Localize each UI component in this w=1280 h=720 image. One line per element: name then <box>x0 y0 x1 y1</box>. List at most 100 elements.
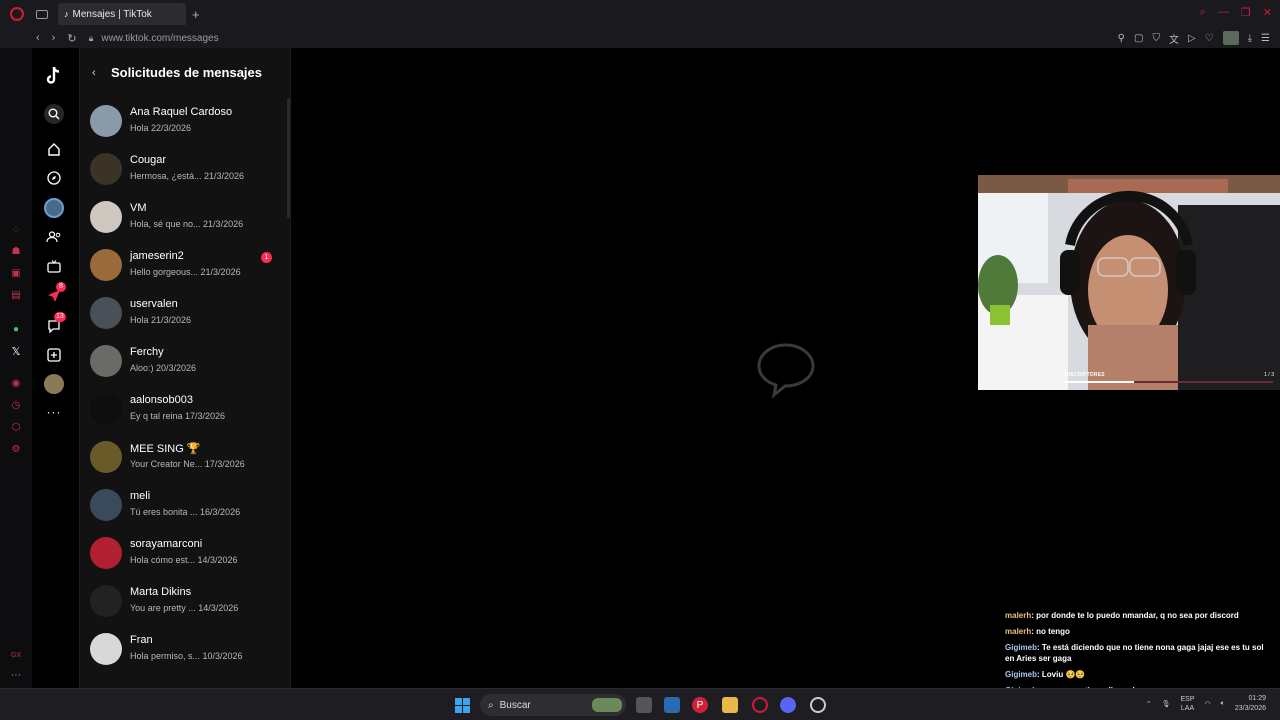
play-icon[interactable]: ▷ <box>1188 33 1196 44</box>
windows-start-icon[interactable] <box>455 698 470 713</box>
list-item[interactable]: Ferchy Aloo:) 20/3/2026 <box>80 345 290 393</box>
store-icon[interactable] <box>664 697 680 713</box>
list-item[interactable]: uservalen Hola 21/3/2026 <box>80 297 290 345</box>
list-item[interactable]: sorayamarconi Hola cómo est... 14/3/2026 <box>80 537 290 585</box>
avatar[interactable] <box>90 393 122 425</box>
list-item[interactable]: Ana Raquel Cardoso Hola 22/3/2026 <box>80 105 290 153</box>
profile-avatar[interactable] <box>44 374 64 394</box>
shield-icon[interactable]: ⛉ <box>1152 33 1160 44</box>
lock-icon[interactable]: 🔒︎ <box>89 33 94 44</box>
pin-icon[interactable]: ⚲ <box>1118 33 1125 44</box>
pinterest-icon[interactable]: P <box>692 697 708 713</box>
player-icon[interactable]: ◉ <box>10 378 22 390</box>
tiktok-nav-rail: 8 13 ··· <box>32 48 78 688</box>
chat-text: : por donde te lo puedo nmandar, q no se… <box>1031 611 1239 620</box>
avatar[interactable] <box>44 198 64 218</box>
new-tab-button[interactable]: + <box>192 7 200 22</box>
url-field[interactable]: www.tiktok.com/messages <box>101 33 218 44</box>
task-view-icon[interactable] <box>636 697 652 713</box>
mic-icon[interactable]: 🎙︎ <box>1162 700 1171 708</box>
volume-icon[interactable]: 🔈︎ <box>1221 700 1225 708</box>
avatar[interactable] <box>90 585 122 617</box>
messages-icon[interactable]: 13 <box>44 312 66 336</box>
clock-time: 01:29 <box>1248 695 1266 702</box>
list-item[interactable]: aalonsob003 Ey q tal reina 17/3/2026 <box>80 393 290 441</box>
opera-sidebar: ◌ ☗ ▣ ▤ ● 𝕏 ◉ ◷ ⬡ ⚙ GX ⋯ <box>0 48 32 720</box>
clock-date: 23/3/2026 <box>1234 705 1266 712</box>
list-item[interactable]: Fran Hola permiso, s... 10/3/2026 <box>80 633 290 681</box>
close-button[interactable]: ✕ <box>1263 6 1272 19</box>
explore-icon[interactable] <box>44 168 64 188</box>
opera-logo-icon[interactable] <box>10 7 24 21</box>
avatar[interactable] <box>90 633 122 665</box>
mail-icon[interactable]: ▤ <box>10 290 22 302</box>
search-icon[interactable] <box>44 104 64 124</box>
wifi-icon[interactable]: ◠ <box>1205 700 1211 708</box>
tab-switcher-icon[interactable] <box>36 9 48 19</box>
avatar[interactable] <box>90 249 122 281</box>
list-item[interactable]: jameserin2 Hello gorgeous... 21/3/2026 1 <box>80 249 290 297</box>
forward-icon[interactable]: › <box>52 32 56 45</box>
chat-message: Gigimeb: Te está diciendo que no tiene n… <box>1005 642 1275 664</box>
avatar[interactable] <box>90 297 122 329</box>
activity-icon[interactable]: 8 <box>44 282 66 306</box>
tiktok-favicon-icon: ♪ <box>64 9 69 19</box>
clock[interactable]: 01:29 23/3/2026 <box>1235 694 1266 714</box>
home-icon[interactable] <box>44 139 64 159</box>
live-icon[interactable] <box>44 256 64 276</box>
download-icon[interactable]: ⤓ <box>1248 33 1252 44</box>
avatar[interactable] <box>90 105 122 137</box>
webcam-image <box>978 175 1280 390</box>
x-twitter-icon[interactable]: 𝕏 <box>10 346 22 358</box>
avatar[interactable] <box>90 441 122 473</box>
tiktok-logo-icon[interactable] <box>44 66 64 86</box>
language-indicator[interactable]: ESP LAA <box>1181 695 1195 713</box>
back-arrow-icon[interactable]: ‹ <box>92 67 96 79</box>
more-icon[interactable]: ··· <box>44 402 64 422</box>
history-icon[interactable]: ◷ <box>10 400 22 412</box>
message-requests-panel: ‹ Solicitudes de mensajes Ana Raquel Car… <box>79 48 291 688</box>
list-item[interactable]: Marta Dikins You are pretty ... 14/3/2026 <box>80 585 290 633</box>
avatar[interactable] <box>90 489 122 521</box>
maximize-button[interactable]: ❐ <box>1241 6 1251 19</box>
list-item[interactable]: VM Hola, sé que no... 21/3/2026 <box>80 201 290 249</box>
upload-icon[interactable] <box>44 345 64 365</box>
bot-icon[interactable]: ☗ <box>10 246 22 258</box>
list-item[interactable]: meli Tú eres bonita ... 16/3/2026 <box>80 489 290 537</box>
gx-icon[interactable]: GX <box>10 650 22 662</box>
discord-icon[interactable] <box>780 697 796 713</box>
settings-icon[interactable]: ⚙ <box>10 444 22 456</box>
steam-icon[interactable] <box>810 697 826 713</box>
reload-icon[interactable]: ↻ <box>67 32 76 45</box>
browser-tab[interactable]: ♪ Mensajes | TikTok <box>58 3 186 25</box>
heart-icon[interactable]: ♡ <box>1205 33 1214 44</box>
chat-text: : no tengo <box>1031 627 1070 636</box>
messenger-icon[interactable]: ▣ <box>10 268 22 280</box>
taskbar-search[interactable]: ⌕ Buscar <box>480 694 626 716</box>
minimize-button[interactable]: — <box>1218 6 1229 19</box>
tray-chevron-icon[interactable]: ⌃ <box>1146 700 1152 708</box>
avatar[interactable] <box>90 153 122 185</box>
file-explorer-icon[interactable] <box>722 697 738 713</box>
subscribers-count: 1 / 3 <box>1264 372 1274 378</box>
profile-thumbnail[interactable] <box>1222 31 1239 45</box>
more-sidebar-icon[interactable]: ⋯ <box>10 670 22 682</box>
following-icon[interactable] <box>44 227 64 247</box>
extensions-icon[interactable]: ⬡ <box>10 422 22 434</box>
menu-icon[interactable]: ☰ <box>1261 33 1270 44</box>
avatar[interactable] <box>90 537 122 569</box>
back-icon[interactable]: ‹ <box>36 32 40 45</box>
opera-gx-icon[interactable] <box>752 697 768 713</box>
aria-icon[interactable]: ◌ <box>10 224 22 236</box>
conversation-preview: Hola, sé que no... 21/3/2026 <box>130 219 244 229</box>
search-tabs-icon[interactable]: ⌕ <box>1200 6 1206 19</box>
nav-buttons: ‹ › ↻ <box>36 32 77 45</box>
avatar[interactable] <box>90 201 122 233</box>
snapshot-icon[interactable]: ▢ <box>1134 33 1143 44</box>
translate-icon[interactable]: 文 <box>1169 31 1179 46</box>
list-item[interactable]: MEE SING 🏆 Your Creator Ne... 17/3/2026 <box>80 441 290 489</box>
list-item[interactable]: Cougar Hermosa, ¿está... 21/3/2026 <box>80 153 290 201</box>
avatar[interactable] <box>90 345 122 377</box>
whatsapp-icon[interactable]: ● <box>10 324 22 336</box>
taskbar-search-label: Buscar <box>499 699 531 711</box>
